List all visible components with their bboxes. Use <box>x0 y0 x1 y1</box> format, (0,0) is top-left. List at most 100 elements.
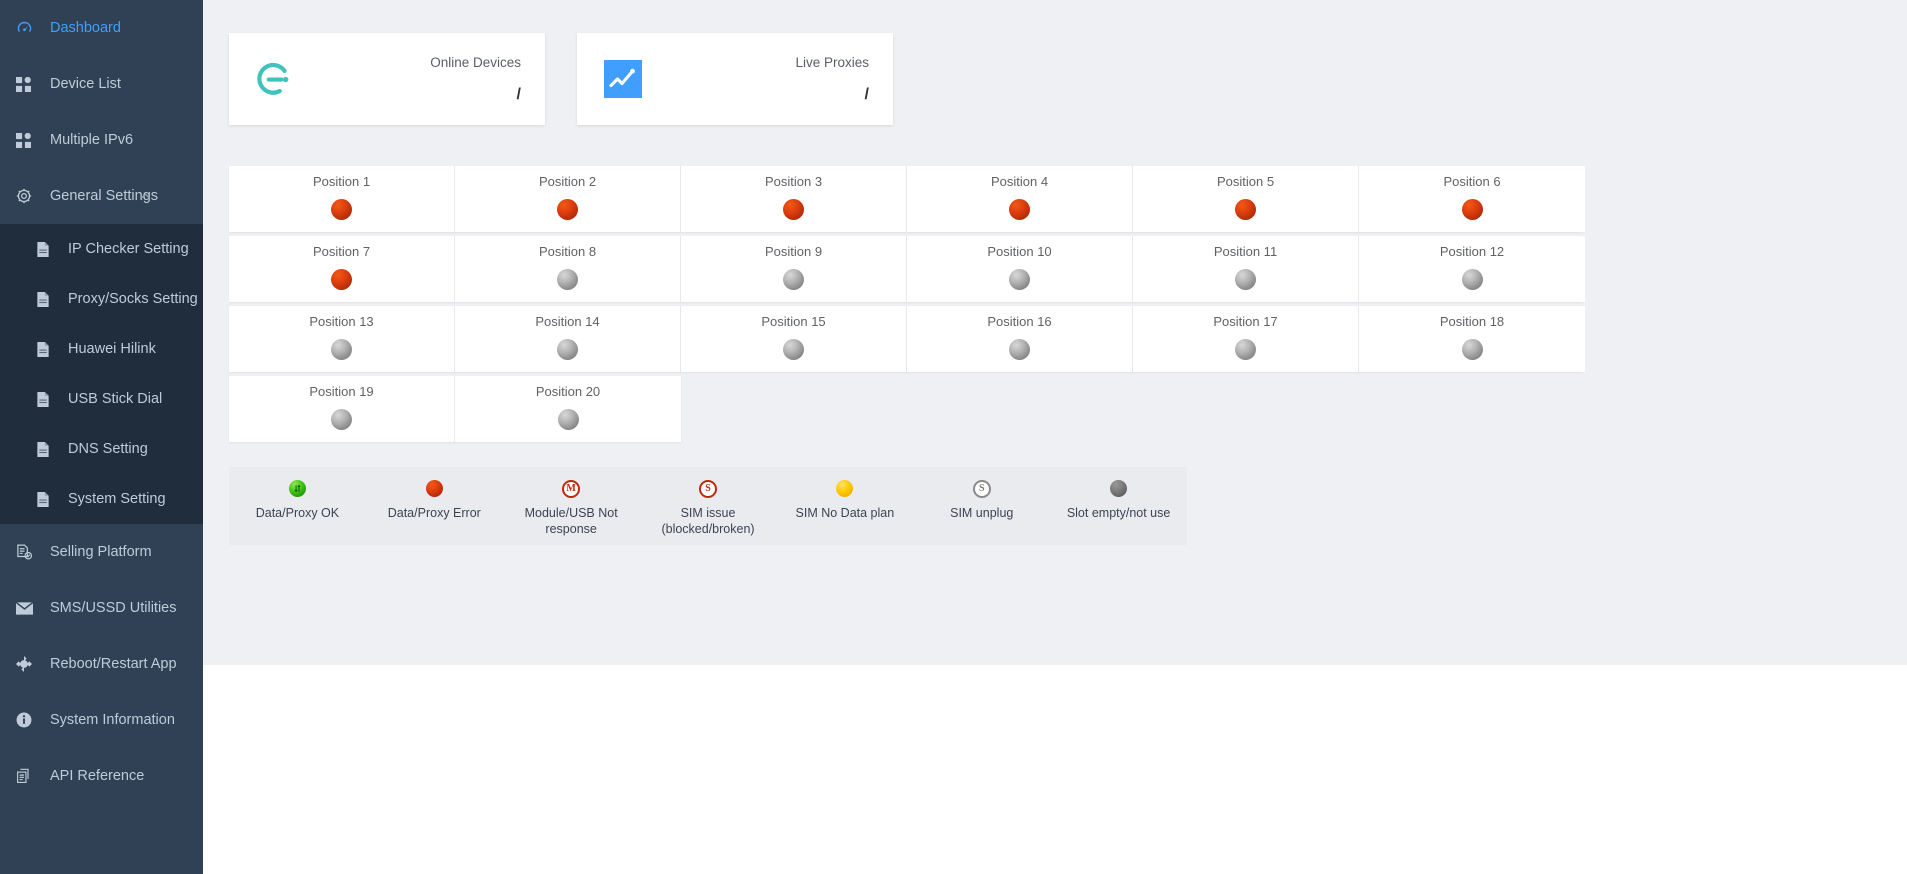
grid-icon <box>16 130 42 150</box>
info-icon <box>16 710 42 730</box>
position-cell[interactable]: Position 17 <box>1133 306 1359 372</box>
status-orb-red <box>331 198 352 220</box>
position-cell[interactable]: Position 12 <box>1359 236 1585 302</box>
sidebar-item-system-information[interactable]: System Information <box>0 692 203 748</box>
sidebar-item-huawei-hilink[interactable]: Huawei Hilink <box>0 324 203 374</box>
position-cell[interactable]: Position 18 <box>1359 306 1585 372</box>
sidebar-item-device-list[interactable]: Device List <box>0 56 203 112</box>
status-orb-gray <box>331 408 352 430</box>
red-orb-icon <box>425 479 444 498</box>
document-icon <box>36 240 60 258</box>
position-label: Position 1 <box>312 174 371 189</box>
document-icon <box>36 340 60 358</box>
gray-orb-icon <box>1109 479 1128 498</box>
document-icon <box>36 440 60 458</box>
position-label: Position 6 <box>1443 174 1501 189</box>
status-orb-red <box>783 198 804 220</box>
status-legend: Data/Proxy OK Data/Proxy Error M Module/… <box>229 467 1187 545</box>
status-orb-gray <box>1009 268 1030 290</box>
position-label: Position 3 <box>764 174 823 189</box>
legend-item-data-proxy-error: Data/Proxy Error <box>366 479 503 522</box>
position-label: Position 9 <box>764 244 823 259</box>
sidebar-item-multiple-ipv6[interactable]: Multiple IPv6 <box>0 112 203 168</box>
legend-label: Data/Proxy Error <box>387 506 481 520</box>
status-orb-gray <box>1235 338 1256 360</box>
sidebar-item-label: Device List <box>50 75 121 92</box>
sidebar-item-label: SMS/USSD Utilities <box>50 599 177 616</box>
status-orb-red <box>1235 198 1256 220</box>
status-orb-gray <box>557 268 578 290</box>
sidebar-item-label: API Reference <box>50 767 145 784</box>
status-orb-gray <box>331 338 352 360</box>
green-arrows-orb-icon <box>288 479 307 498</box>
position-cell[interactable]: Position 19 <box>229 376 455 442</box>
sidebar-item-dashboard[interactable]: Dashboard <box>0 0 203 56</box>
stat-card-live-proxies[interactable]: Live Proxies / <box>577 33 893 125</box>
legend-item-slot-empty: Slot empty/not use <box>1050 479 1187 522</box>
position-label: Position 2 <box>538 174 597 189</box>
legend-item-sim-no-data-plan: SIM No Data plan <box>776 479 913 522</box>
position-cell[interactable]: Position 7 <box>229 236 455 302</box>
position-cell[interactable]: Position 10 <box>907 236 1133 302</box>
position-cell[interactable]: Position 16 <box>907 306 1133 372</box>
position-cell[interactable]: Position 13 <box>229 306 455 372</box>
legend-label: SIM issue (blocked/broken) <box>661 506 755 536</box>
sidebar-item-label: Dashboard <box>50 19 121 36</box>
position-label: Position 8 <box>538 244 597 259</box>
stat-card-texts: Live Proxies / <box>795 55 869 103</box>
status-orb-gray <box>557 338 578 360</box>
position-label: Position 15 <box>761 314 826 329</box>
legend-label: SIM unplug <box>950 506 1014 520</box>
stat-card-row: Online Devices / Live Proxies / <box>229 33 1907 125</box>
position-label: Position 17 <box>1213 314 1278 329</box>
sidebar-item-general-settings[interactable]: General Settings <box>0 168 203 224</box>
sidebar-item-dns-setting[interactable]: DNS Setting <box>0 424 203 474</box>
refresh-icon <box>16 654 42 674</box>
position-cell[interactable]: Position 14 <box>455 306 681 372</box>
yellow-orb-icon <box>835 479 854 498</box>
position-cell[interactable]: Position 20 <box>455 376 681 442</box>
position-cell[interactable]: Position 1 <box>229 166 455 232</box>
status-orb-gray <box>1235 268 1256 290</box>
position-label: Position 4 <box>990 174 1049 189</box>
status-orb-gray <box>1461 338 1483 360</box>
position-cell[interactable]: Position 9 <box>681 236 907 302</box>
position-grid-row: Position 19 Position 20 <box>229 376 681 442</box>
main-content: Online Devices / Live Proxies / Position… <box>203 0 1907 874</box>
position-cell[interactable]: Position 8 <box>455 236 681 302</box>
position-grid: Position 1 Position 2 Position 3 Positio… <box>229 166 1907 442</box>
sidebar-item-system-setting[interactable]: System Setting <box>0 474 203 524</box>
legend-item-data-proxy-ok: Data/Proxy OK <box>229 479 366 522</box>
position-cell[interactable]: Position 4 <box>907 166 1133 232</box>
position-cell[interactable]: Position 15 <box>681 306 907 372</box>
stat-card-texts: Online Devices / <box>430 55 521 103</box>
dashboard-icon <box>16 18 42 38</box>
status-orb-gray <box>1009 338 1030 360</box>
stat-card-online-devices[interactable]: Online Devices / <box>229 33 545 125</box>
chevron-up-icon[interactable] <box>140 188 151 204</box>
sidebar-item-label: Reboot/Restart App <box>50 655 177 672</box>
sidebar-item-api-reference[interactable]: API Reference <box>0 748 203 804</box>
sidebar-item-proxy-socks-setting[interactable]: Proxy/Socks Setting <box>0 274 203 324</box>
sidebar-item-ip-checker-setting[interactable]: IP Checker Setting <box>0 224 203 274</box>
sidebar-item-usb-stick-dial[interactable]: USB Stick Dial <box>0 374 203 424</box>
position-cell[interactable]: Position 5 <box>1133 166 1359 232</box>
document-check-icon <box>16 542 42 562</box>
position-label: Position 10 <box>987 244 1052 259</box>
m-ring-icon: M <box>562 479 581 498</box>
sidebar-item-reboot-restart-app[interactable]: Reboot/Restart App <box>0 636 203 692</box>
sidebar-item-label: Proxy/Socks Setting <box>68 291 198 307</box>
stat-card-title: Live Proxies <box>795 54 869 70</box>
position-cell[interactable]: Position 6 <box>1359 166 1585 232</box>
position-cell[interactable]: Position 11 <box>1133 236 1359 302</box>
legend-item-sim-unplug: S SIM unplug <box>913 479 1050 522</box>
position-grid-row: Position 1 Position 2 Position 3 Positio… <box>229 166 1585 232</box>
position-cell[interactable]: Position 3 <box>681 166 907 232</box>
sidebar-item-sms-ussd-utilities[interactable]: SMS/USSD Utilities <box>0 580 203 636</box>
submenu-general-settings: IP Checker Setting Proxy/Socks Setting H… <box>0 224 203 524</box>
position-label: Position 11 <box>1213 244 1278 259</box>
sidebar: Dashboard Device List Multiple IPv6 Gene… <box>0 0 203 874</box>
sidebar-item-label: USB Stick Dial <box>68 391 163 407</box>
position-cell[interactable]: Position 2 <box>455 166 681 232</box>
sidebar-item-selling-platform[interactable]: Selling Platform <box>0 524 203 580</box>
